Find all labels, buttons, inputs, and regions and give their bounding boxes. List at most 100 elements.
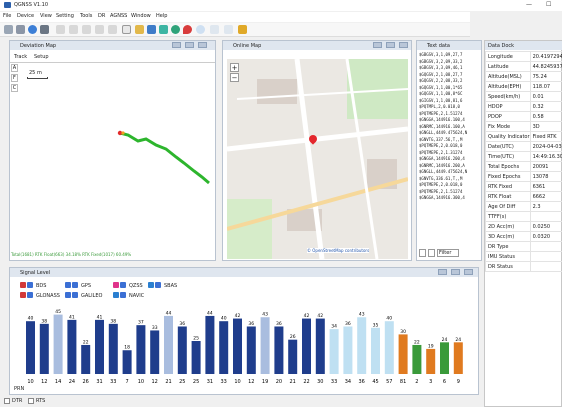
tab-setup[interactable]: Setup xyxy=(34,54,49,60)
prn-tick-label: 25 xyxy=(193,379,199,385)
zoom-out-button[interactable]: − xyxy=(230,73,239,82)
minimize-button[interactable]: — xyxy=(526,1,532,8)
disconnect-icon[interactable] xyxy=(4,25,13,34)
prn-tick-label: 10 xyxy=(234,379,240,385)
flag5-icon[interactable] xyxy=(108,25,117,34)
nmea-line: $GNGGA,144916.300,4 xyxy=(419,195,465,200)
cloud-icon[interactable] xyxy=(210,25,219,34)
cloud2-icon[interactable] xyxy=(224,25,233,34)
legend-swatch-sbas[interactable] xyxy=(148,282,154,288)
info-icon[interactable] xyxy=(196,25,205,34)
satellite-icon[interactable] xyxy=(159,25,168,34)
signal-value-label: 25 xyxy=(193,336,199,342)
signal-bar xyxy=(426,348,436,374)
data-dock-title: Data Dock xyxy=(485,41,562,50)
signal-value-label: 36 xyxy=(179,321,185,327)
data-dock-value: 13078 xyxy=(529,171,562,182)
online-map-max-button[interactable] xyxy=(386,42,395,48)
signal-bar xyxy=(95,319,104,374)
menu-view[interactable]: View xyxy=(40,13,52,19)
signal-bar xyxy=(108,323,118,374)
deviation-min-button[interactable] xyxy=(172,42,181,48)
legend-swatch-qzss[interactable] xyxy=(113,282,119,288)
rts-checkbox[interactable] xyxy=(28,398,34,404)
menu-setting[interactable]: Setting xyxy=(56,13,74,19)
signal-bar xyxy=(371,327,380,374)
signal-bar xyxy=(453,342,463,374)
signal-value-label: 36 xyxy=(276,321,282,327)
text-filter-button[interactable]: Filter xyxy=(437,249,459,257)
track-line xyxy=(119,131,210,185)
play-icon[interactable] xyxy=(28,25,37,34)
prn-tick-label: 20 xyxy=(276,379,282,385)
data-dock-row: RTK Fixed 6361 xyxy=(485,181,562,192)
zoom-in-button[interactable]: + xyxy=(230,63,239,72)
signal-bar xyxy=(122,350,132,374)
legend-label-qzss: QZSS xyxy=(129,283,143,289)
signal-level-panel: Signal Level BDS GPS QZSS SBAS GLONASS GALILE… xyxy=(9,267,479,395)
tab-track[interactable]: Track xyxy=(14,54,27,60)
globe-icon[interactable] xyxy=(171,25,180,34)
prn-tick-label: 6 xyxy=(443,379,446,385)
data-dock-label: Quality Indicator xyxy=(485,131,531,142)
data-dock-label: Altitude(EPH) xyxy=(485,81,531,92)
data-dock-row: DR Type xyxy=(485,241,562,252)
deviation-close-button[interactable] xyxy=(198,42,207,48)
signal-bar xyxy=(412,344,422,374)
prn-tick-label: 9 xyxy=(457,379,460,385)
flag-icon[interactable] xyxy=(56,25,65,34)
menu-window[interactable]: Window xyxy=(131,13,151,19)
signal-bar xyxy=(205,315,215,374)
menu-help[interactable]: Help xyxy=(156,13,167,19)
brush-icon[interactable] xyxy=(238,25,247,34)
stop-icon[interactable] xyxy=(40,25,49,34)
data-dock-row: Fixed Epochs 13078 xyxy=(485,171,562,182)
data-dock-row: Longitude20.41972942 xyxy=(485,51,562,62)
prn-tick-label: 22 xyxy=(303,379,309,385)
folder-icon[interactable] xyxy=(135,25,144,34)
dtr-label: DTR xyxy=(12,398,23,404)
nmea-log[interactable]: $GBGSV,3,1,09,27,7 $GBGSV,3,2,09,33,2 $GBG… xyxy=(419,52,481,242)
menu-tools[interactable]: Tools xyxy=(80,13,92,19)
signal-bar xyxy=(191,341,201,374)
prn-tick-label: 7 xyxy=(126,379,129,385)
legend-toggle-icon[interactable] xyxy=(27,282,33,288)
legend-label-gps: GPS xyxy=(81,283,92,289)
data-dock-value: 3D xyxy=(529,121,562,132)
signal-bar xyxy=(81,344,91,374)
chart-icon[interactable] xyxy=(147,25,156,34)
street-map[interactable]: + − © OpenStreetMap contributors xyxy=(227,59,408,259)
legend-swatch-bds[interactable] xyxy=(20,282,26,288)
menu-file[interactable]: File xyxy=(3,13,11,19)
flag4-icon[interactable] xyxy=(95,25,104,34)
text-clear-icon[interactable] xyxy=(419,249,426,257)
legend-toggle-icon[interactable] xyxy=(120,282,126,288)
signal-bar xyxy=(164,315,173,374)
maximize-button[interactable]: ☐ xyxy=(546,1,551,8)
legend-toggle-icon[interactable] xyxy=(155,282,161,288)
data-dock-row: Time(UTC)14:49:16.300 xyxy=(485,151,562,162)
data-dock-label: Total Epochs xyxy=(485,161,531,172)
flag2-icon[interactable] xyxy=(69,25,78,34)
menu-device[interactable]: Device xyxy=(17,13,34,19)
flag3-icon[interactable] xyxy=(82,25,91,34)
dtr-checkbox[interactable] xyxy=(4,398,10,404)
settings-icon[interactable] xyxy=(16,25,25,34)
text-pause-icon[interactable] xyxy=(428,249,435,257)
data-dock-value: 0.01 xyxy=(529,91,562,102)
signal-value-label: 37 xyxy=(138,320,144,326)
menu-dr[interactable]: DR xyxy=(98,13,105,19)
location-pin-icon[interactable] xyxy=(183,25,192,34)
deviation-max-button[interactable] xyxy=(185,42,194,48)
signal-value-label: 41 xyxy=(69,314,75,320)
signal-bar xyxy=(246,326,256,374)
legend-toggle-icon[interactable] xyxy=(72,282,78,288)
prn-tick-label: 10 xyxy=(138,379,144,385)
online-map-min-button[interactable] xyxy=(373,42,382,48)
window-icon[interactable] xyxy=(122,25,131,34)
legend-swatch-gps[interactable] xyxy=(65,282,71,288)
map-attribution[interactable]: © OpenStreetMap contributors xyxy=(307,248,370,253)
menu-agnss[interactable]: AGNSS xyxy=(110,13,127,19)
online-map-close-button[interactable] xyxy=(399,42,408,48)
signal-bar xyxy=(177,326,187,374)
